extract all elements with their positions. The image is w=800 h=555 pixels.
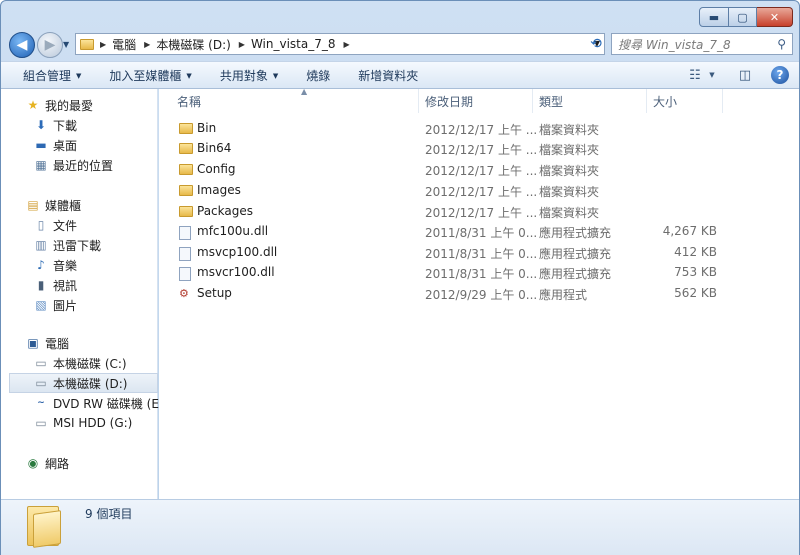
item-count-status: 9 個項目	[85, 507, 133, 521]
chevron-down-icon: ▼	[186, 71, 192, 80]
table-row[interactable]: Bin64 2012/12/17 上午 ... 檔案資料夾	[175, 139, 735, 159]
folder-icon	[25, 504, 65, 548]
folder-icon	[179, 164, 193, 175]
preview-pane-icon[interactable]: ◫	[735, 65, 755, 85]
table-row[interactable]: Images 2012/12/17 上午 ... 檔案資料夾	[175, 181, 735, 201]
desktop-icon: ▬	[35, 138, 47, 152]
computer-icon: ▣	[27, 336, 39, 350]
setup-icon: ⚙	[179, 287, 189, 300]
organize-menu-button[interactable]: 組合管理 ▼	[1, 67, 93, 84]
dvd-drive-icon: ∼	[37, 398, 45, 408]
minimize-button[interactable]: ▬	[699, 7, 729, 27]
column-header-size[interactable]: 大小	[647, 89, 723, 113]
sidebar-item-network[interactable]: ◉ 網路	[25, 453, 181, 473]
video-icon: ▮	[37, 278, 45, 292]
explorer-window: ▬ ▢ ✕ ◀ ▶ ▼ ▶ 電腦 ▶ 本機磁碟 (D:) ▶ Win_vista…	[0, 0, 800, 555]
column-header-name[interactable]: 名稱 ▲	[171, 87, 419, 113]
recent-pages-chevron-down-icon[interactable]: ▼	[63, 40, 69, 49]
table-row[interactable]: msvcp100.dll 2011/8/31 上午 0... 應用程式擴充 41…	[175, 243, 735, 263]
breadcrumb-drive-d[interactable]: 本機磁碟 (D:)	[156, 36, 230, 53]
close-button[interactable]: ✕	[757, 7, 793, 27]
address-bar[interactable]: ▶ 電腦 ▶ 本機磁碟 (D:) ▶ Win_vista_7_8 ▶ ▼	[75, 33, 605, 55]
breadcrumb-current-folder[interactable]: Win_vista_7_8	[251, 37, 336, 51]
pictures-icon: ▧	[35, 298, 47, 312]
library-folder-icon: ▥	[35, 238, 47, 252]
hard-drive-icon: ▭	[35, 356, 47, 370]
share-with-button[interactable]: 共用對象 ▼	[204, 67, 290, 84]
chevron-down-icon: ▼	[272, 71, 279, 80]
navigation-row: ◀ ▶ ▼ ▶ 電腦 ▶ 本機磁碟 (D:) ▶ Win_vista_7_8 ▶…	[1, 31, 799, 59]
sidebar-item-libraries[interactable]: ▤ 媒體櫃	[25, 195, 181, 215]
download-folder-icon: ⬇	[35, 118, 47, 132]
sidebar-item-computer[interactable]: ▣ 電腦	[25, 333, 181, 353]
sort-ascending-icon: ▲	[301, 87, 308, 96]
search-icon[interactable]: ⚲	[777, 37, 786, 51]
command-bar: 組合管理 ▼ 加入至媒體櫃 ▼ 共用對象 ▼ 燒錄 新增資料夾 ☷ ▼ ◫ ?	[1, 61, 799, 89]
table-row[interactable]: mfc100u.dll 2011/8/31 上午 0... 應用程式擴充 4,2…	[175, 222, 735, 242]
dll-file-icon	[179, 247, 191, 261]
search-input[interactable]: 搜尋 Win_vista_7_8 ⚲	[611, 33, 793, 55]
folder-icon	[179, 143, 193, 154]
table-row[interactable]: Bin 2012/12/17 上午 ... 檔案資料夾	[175, 119, 735, 139]
chevron-down-icon: ▼	[76, 71, 82, 80]
new-folder-button[interactable]: 新增資料夾	[342, 67, 430, 84]
table-row[interactable]: Config 2012/12/17 上午 ... 檔案資料夾	[175, 160, 735, 180]
view-options-chevron-down-icon[interactable]: ▼	[707, 65, 717, 85]
network-icon: ◉	[27, 456, 39, 470]
maximize-button[interactable]: ▢	[729, 7, 757, 27]
table-row[interactable]: ⚙ Setup 2012/9/29 上午 0... 應用程式 562 KB	[175, 284, 735, 304]
recent-places-icon: ▦	[35, 158, 47, 172]
chevron-right-icon[interactable]: ▶	[144, 40, 150, 49]
window-controls: ▬ ▢ ✕	[699, 7, 793, 27]
sidebar-item-drive-d[interactable]: ▭ 本機磁碟 (D:)	[9, 373, 158, 393]
chevron-right-icon[interactable]: ▶	[100, 40, 106, 49]
include-in-library-button[interactable]: 加入至媒體櫃 ▼	[93, 67, 203, 84]
folder-icon	[179, 206, 193, 217]
star-icon: ★	[27, 98, 39, 112]
folder-icon	[80, 38, 94, 50]
music-icon: ♪	[37, 258, 45, 272]
chevron-right-icon[interactable]: ▶	[239, 40, 245, 49]
hard-drive-icon: ▭	[35, 416, 47, 430]
refresh-icon[interactable]: ⟲	[585, 33, 607, 55]
column-header-date[interactable]: 修改日期	[419, 89, 533, 113]
title-bar: ▬ ▢ ✕	[1, 1, 799, 31]
table-row[interactable]: Packages 2012/12/17 上午 ... 檔案資料夾	[175, 202, 735, 222]
view-controls: ☷ ▼ ◫ ?	[675, 65, 789, 85]
hard-drive-icon: ▭	[35, 376, 47, 390]
help-icon[interactable]: ?	[771, 66, 789, 84]
forward-button[interactable]: ▶	[37, 32, 63, 58]
column-header-type[interactable]: 類型	[533, 89, 647, 113]
documents-icon: ▯	[37, 218, 45, 232]
file-list: 名稱 ▲ 修改日期 類型 大小 Bin 2012/12/17 上午 ... 檔案資…	[159, 87, 799, 499]
navigation-pane: ★ 我的最愛 ⬇ 下載 ▬ 桌面 ▦ 最近的位置 ▤ 媒體櫃 ▯ 文件 ▥ 迅雷下載 ♪ 音樂 …	[1, 89, 168, 499]
view-options-icon[interactable]: ☷	[685, 65, 705, 85]
burn-button[interactable]: 燒錄	[290, 67, 342, 84]
dll-file-icon	[179, 226, 191, 240]
folder-icon	[179, 123, 193, 134]
details-pane: 9 個項目	[1, 499, 799, 555]
dll-file-icon	[179, 267, 191, 281]
sidebar-item-favorites[interactable]: ★ 我的最愛	[25, 95, 181, 115]
search-placeholder: 搜尋 Win_vista_7_8	[618, 37, 731, 52]
breadcrumb-computer[interactable]: 電腦	[112, 36, 136, 53]
back-button[interactable]: ◀	[9, 32, 35, 58]
table-row[interactable]: msvcr100.dll 2011/8/31 上午 0... 應用程式擴充 75…	[175, 263, 735, 283]
chevron-right-icon[interactable]: ▶	[344, 40, 350, 49]
library-icon: ▤	[27, 198, 39, 212]
folder-icon	[179, 185, 193, 196]
